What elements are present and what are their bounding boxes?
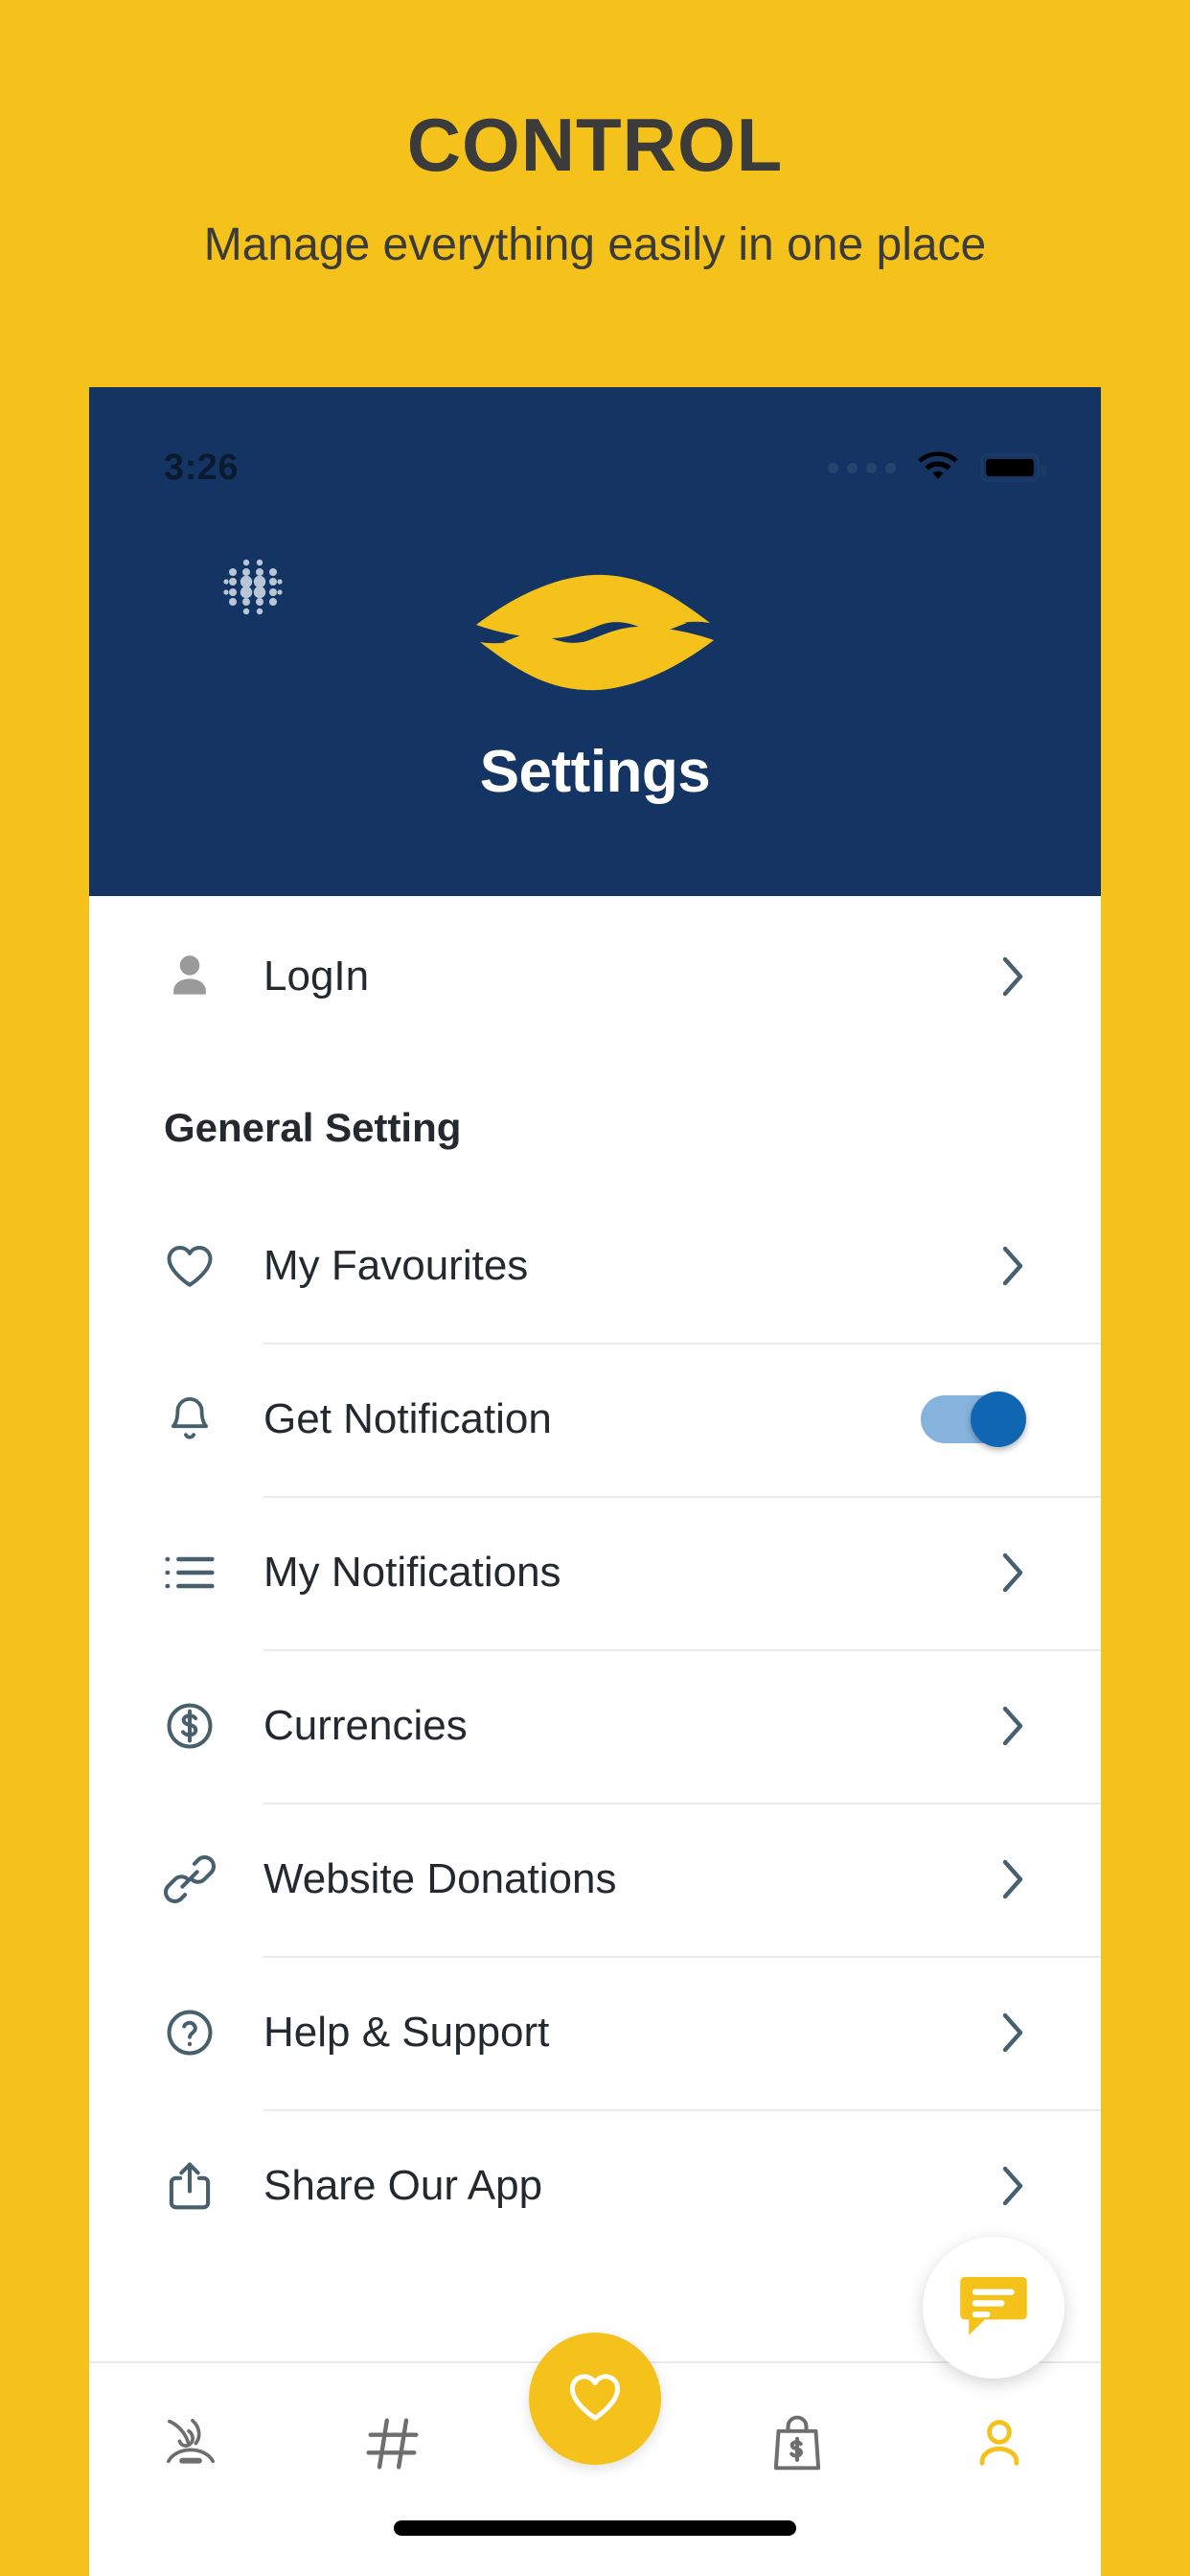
settings-label: Share Our App	[263, 2162, 543, 2209]
settings-label: Help & Support	[263, 2009, 550, 2056]
helping-hands-logo-icon	[470, 565, 720, 700]
chat-support-button[interactable]	[923, 2237, 1064, 2379]
nav-item-donate-shop[interactable]	[697, 2363, 899, 2478]
chevron-right-icon	[999, 2162, 1026, 2210]
battery-full-icon	[980, 453, 1046, 482]
settings-row-help-support[interactable]: Help & Support	[89, 1956, 1101, 2109]
sidebar-item-login[interactable]: LogIn	[89, 896, 1101, 1057]
nav-item-home[interactable]	[89, 2363, 291, 2478]
settings-label: Website Donations	[263, 1855, 617, 1902]
person-outline-icon	[972, 2414, 1027, 2478]
phone-mockup: 3:26 Settings LogIn General Setting My F…	[89, 387, 1101, 2576]
list-icon	[152, 1550, 227, 1596]
dot-grid-icon[interactable]	[223, 556, 283, 620]
signal-dots-icon	[828, 462, 896, 473]
settings-label: Currencies	[263, 1702, 468, 1749]
nav-item-profile[interactable]	[899, 2363, 1101, 2478]
settings-row-share-our-app[interactable]: Share Our App	[89, 2109, 1101, 2263]
settings-list: My Favourites Get Notification My Notifi…	[89, 1189, 1101, 2263]
toggle-knob	[971, 1392, 1026, 1447]
settings-row-website-donations[interactable]: Website Donations	[89, 1803, 1101, 1956]
settings-row-my-favourites[interactable]: My Favourites	[89, 1189, 1101, 1343]
shopping-bag-dollar-icon	[769, 2413, 825, 2479]
section-title-general-setting: General Setting	[164, 1105, 462, 1150]
get-notification-toggle[interactable]	[921, 1392, 1026, 1447]
settings-label: My Notifications	[263, 1549, 561, 1596]
settings-label: Get Notification	[263, 1395, 552, 1442]
chevron-right-icon	[999, 1242, 1026, 1290]
page-title: CONTROL	[406, 103, 784, 187]
nav-item-hashtag[interactable]	[291, 2363, 493, 2478]
settings-row-my-notifications[interactable]: My Notifications	[89, 1496, 1101, 1649]
status-bar: 3:26	[89, 387, 1101, 493]
person-icon	[152, 948, 227, 1005]
link-icon	[152, 1852, 227, 1906]
settings-row-currencies[interactable]: Currencies	[89, 1649, 1101, 1803]
wifi-icon	[917, 451, 959, 484]
chat-bubble-icon	[956, 2270, 1031, 2346]
settings-row-get-notification[interactable]: Get Notification	[89, 1343, 1101, 1496]
promo-banner: CONTROL Manage everything easily in one …	[0, 0, 1190, 268]
helping-hands-outline-icon	[160, 2413, 221, 2479]
dollar-circle-icon	[152, 1699, 227, 1753]
heart-outline-icon	[563, 2367, 627, 2431]
chevron-right-icon	[999, 1702, 1026, 1750]
app-screen-title: Settings	[479, 739, 711, 805]
status-indicators	[828, 451, 1046, 484]
login-label: LogIn	[263, 953, 370, 1000]
hashtag-icon	[363, 2414, 423, 2478]
chevron-right-icon	[999, 2009, 1026, 2057]
status-time: 3:26	[164, 447, 240, 488]
favourites-fab-button[interactable]	[529, 2333, 661, 2465]
settings-label: My Favourites	[263, 1242, 529, 1289]
chevron-right-icon	[999, 1549, 1026, 1597]
heart-icon	[152, 1239, 227, 1293]
chevron-right-icon	[999, 953, 1026, 1000]
home-indicator-bar	[394, 2520, 796, 2536]
promo-subtitle: Manage everything easily in one place	[203, 219, 987, 270]
bell-icon	[152, 1392, 227, 1447]
share-icon	[152, 2158, 227, 2214]
chevron-right-icon	[999, 1855, 1026, 1903]
question-circle-icon	[152, 2006, 227, 2059]
app-header: 3:26 Settings	[89, 387, 1101, 896]
